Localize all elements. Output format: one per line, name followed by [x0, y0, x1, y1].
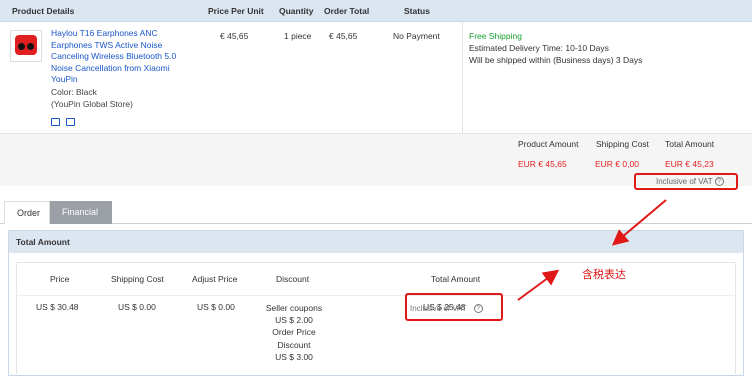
annotation-note: 含税表达 — [582, 268, 626, 281]
annotation-arrows — [517, 199, 667, 301]
arrow-to-vat — [611, 199, 667, 246]
arrow-to-note — [517, 269, 560, 301]
